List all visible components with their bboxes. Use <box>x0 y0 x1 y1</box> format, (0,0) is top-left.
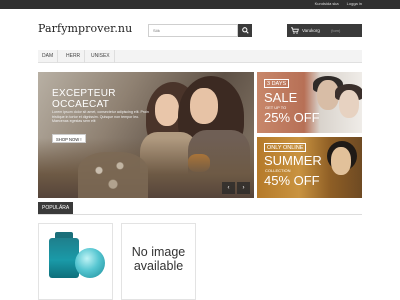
hero-photo-face <box>190 88 218 124</box>
promo-discount: 25% OFF <box>264 110 320 125</box>
popular-heading[interactable]: POPULÄRA <box>38 202 74 214</box>
cart-icon <box>291 27 299 34</box>
search-icon <box>242 27 249 34</box>
search-box <box>148 24 252 37</box>
top-bar: Kundsida ska Logga in <box>0 0 400 9</box>
hero-photo-flowers <box>78 152 148 198</box>
promo-headline: SALE <box>264 90 298 105</box>
cart-count: (tom) <box>331 28 341 33</box>
hero-title-line2: OCCAECAT <box>52 99 110 110</box>
search-input[interactable] <box>148 24 238 37</box>
promo-discount: 45% OFF <box>264 173 320 188</box>
nav-item-herr[interactable]: HERR <box>62 50 86 63</box>
slider-arrows: ‹ › <box>222 182 250 194</box>
cart-button[interactable]: Varukorg (tom) <box>287 24 362 37</box>
product-card[interactable] <box>38 223 113 300</box>
slider-prev-button[interactable]: ‹ <box>222 182 235 194</box>
promo-photo-face <box>331 147 351 175</box>
promo-banner-summer[interactable]: ONLY ONLINE SUMMER COLLECTION 45% OFF <box>257 137 362 198</box>
slider-next-button[interactable]: › <box>237 182 250 194</box>
promo-tag: 3 DAYS <box>264 79 290 88</box>
no-image-placeholder: No image available <box>131 245 186 273</box>
hero-slider[interactable]: EXCEPTEUR OCCAECAT Lorem ipsum dolor sit… <box>38 72 254 198</box>
nav-item-unisex[interactable]: UNISEX <box>87 50 115 63</box>
site-logo[interactable]: Parfymprover.nu <box>38 22 132 35</box>
perfume-bottle-image <box>49 238 79 278</box>
login-link[interactable]: Logga in <box>347 1 362 6</box>
search-button[interactable] <box>238 24 252 37</box>
shop-now-button[interactable]: SHOP NOW ! <box>52 134 86 143</box>
create-account-link[interactable]: Kundsida ska <box>315 1 339 6</box>
product-card[interactable]: No image available <box>121 223 196 300</box>
perfume-orb-image <box>75 248 105 278</box>
top-links: Kundsida ska Logga in <box>315 1 362 6</box>
hero-title: EXCEPTEUR OCCAECAT <box>52 88 116 110</box>
main-nav: DAM HERR UNISEX <box>38 50 362 63</box>
hero-text: Lorem ipsum dolor sit amet, consectetur … <box>52 110 149 124</box>
hero-photo-face <box>155 94 179 126</box>
cart-label: Varukorg <box>302 28 320 33</box>
promo-photo-face <box>339 90 359 118</box>
promo-banner-sale[interactable]: 3 DAYS SALE GET UP TO 25% OFF <box>257 72 362 133</box>
hero-title-line1: EXCEPTEUR <box>52 88 116 99</box>
section-divider <box>38 214 362 215</box>
promo-headline: SUMMER <box>264 153 322 168</box>
nav-item-dam[interactable]: DAM <box>38 50 59 63</box>
promo-tag: ONLY ONLINE <box>264 143 307 152</box>
